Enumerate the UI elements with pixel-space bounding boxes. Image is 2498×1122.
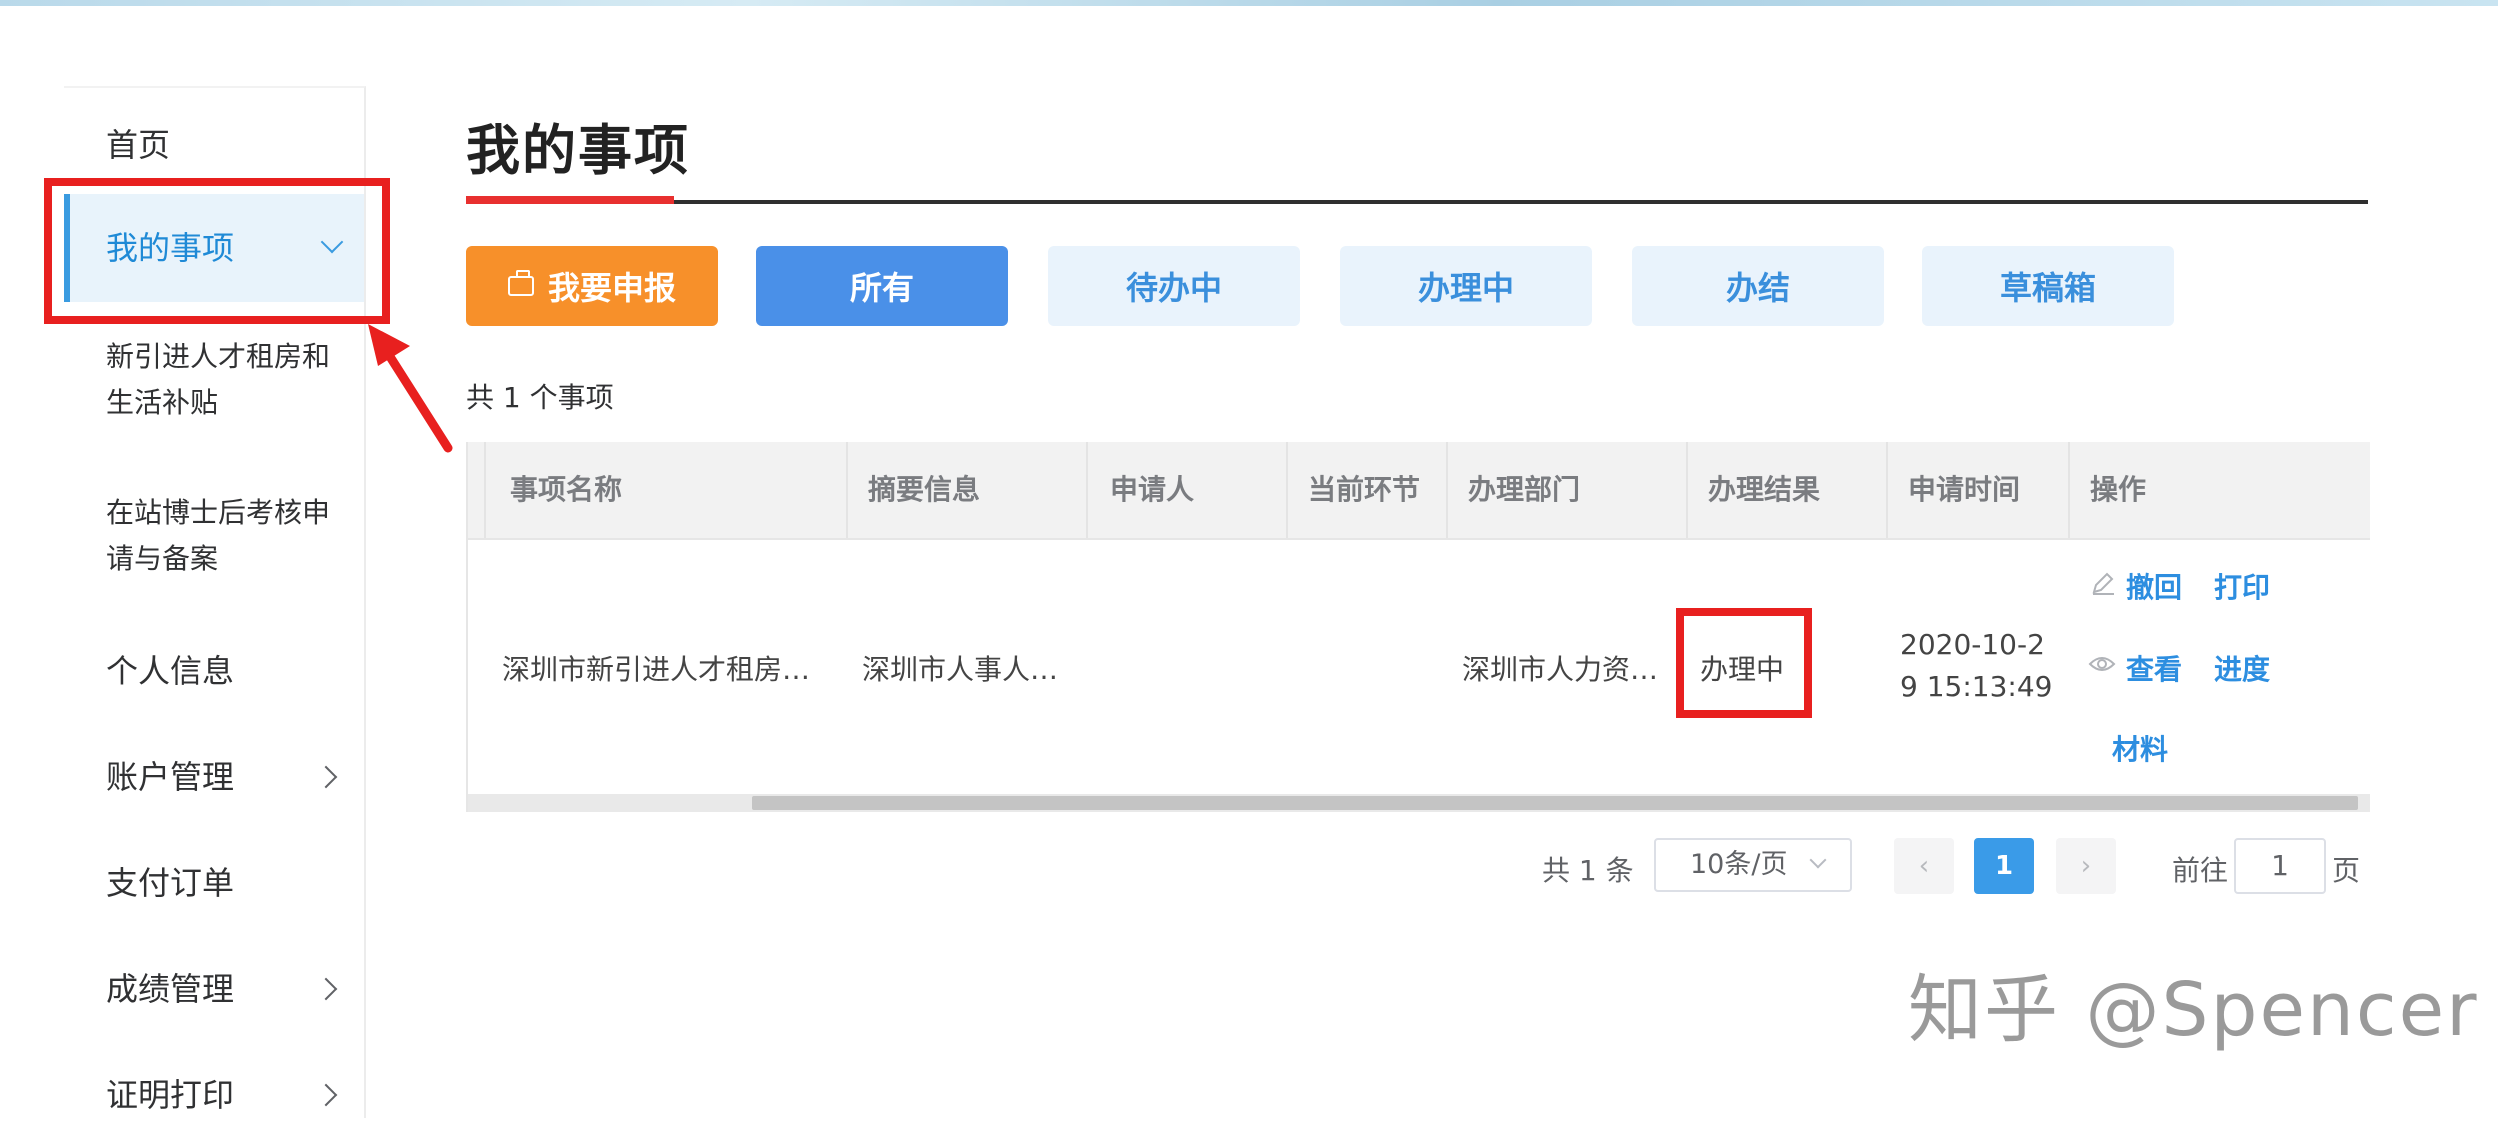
- sidebar-subitem-talent-subsidy[interactable]: 新引进人才租房和生活补贴: [106, 334, 356, 426]
- horizontal-scrollbar-thumb[interactable]: [752, 796, 2358, 810]
- sidebar-item-label: 成绩管理: [106, 970, 235, 1008]
- apply-button[interactable]: 我要申报: [466, 246, 718, 326]
- sidebar-item-label: 证明打印: [106, 1076, 235, 1114]
- matters-table: 事项名称 摘要信息 申请人 当前环节 办理部门 办理结果 申请时间 操作 深圳市…: [466, 442, 2370, 812]
- sidebar-item-personal-info[interactable]: 个人信息: [64, 644, 364, 698]
- page-suffix-label: 页: [2332, 854, 2361, 887]
- column-divider: [484, 442, 486, 538]
- sidebar-item-label: 支付订单: [106, 864, 235, 902]
- tab-processing[interactable]: 办理中: [1340, 246, 1592, 326]
- chevron-right-icon: [314, 1083, 338, 1107]
- progress-link[interactable]: 进度: [2214, 648, 2270, 688]
- highlight-box-sidebar: [44, 178, 390, 324]
- briefcase-icon: [507, 270, 534, 296]
- page-size-select[interactable]: 10条/页: [1654, 838, 1852, 892]
- edit-icon: [2092, 572, 2114, 595]
- cell-time-line2: 9 15:13:49: [1900, 670, 2053, 703]
- watermark: 知乎 @Spencer: [1908, 967, 2479, 1053]
- column-header-summary: 摘要信息: [868, 473, 981, 506]
- materials-link[interactable]: 材料: [2112, 728, 2168, 768]
- sidebar-item-label: 账户管理: [106, 758, 235, 796]
- column-header-applicant: 申请人: [1110, 473, 1195, 506]
- column-header-name: 事项名称: [510, 473, 623, 506]
- goto-page-input[interactable]: 1: [2234, 838, 2326, 894]
- sidebar-item-payment-orders[interactable]: 支付订单: [64, 856, 364, 910]
- sidebar-subitem-postdoc-review[interactable]: 在站博士后考核申请与备案: [106, 490, 356, 582]
- column-divider: [846, 442, 848, 538]
- tab-pending[interactable]: 待办中: [1048, 246, 1300, 326]
- chevron-right-icon: [314, 977, 338, 1001]
- column-divider: [2068, 442, 2070, 538]
- sidebar-item-scores[interactable]: 成绩管理: [64, 962, 364, 1016]
- eye-icon: [2088, 657, 2116, 671]
- cell-department: 深圳市人力资…: [1462, 653, 1659, 686]
- title-accent-bar: [466, 196, 674, 204]
- column-divider: [1886, 442, 1888, 538]
- page-title: 我的事项: [466, 119, 690, 182]
- annotation-arrow: [368, 324, 453, 453]
- column-header-time: 申请时间: [1908, 473, 2021, 506]
- column-divider: [1446, 442, 1448, 538]
- next-page-button[interactable]: ›: [2056, 838, 2116, 894]
- matter-count: 共 1 个事项: [466, 381, 614, 414]
- column-divider: [1686, 442, 1688, 538]
- goto-label: 前往: [2172, 854, 2229, 887]
- page-size-value: 10条/页: [1690, 849, 1788, 880]
- chevron-left-icon: ‹: [1918, 851, 1930, 881]
- tab-drafts[interactable]: 草稿箱: [1922, 246, 2174, 326]
- title-divider: [466, 200, 2368, 204]
- sidebar-item-certificate-print[interactable]: 证明打印: [64, 1068, 364, 1122]
- cell-time-line1: 2020-10-2: [1900, 628, 2045, 661]
- prev-page-button[interactable]: ‹: [1894, 838, 1954, 894]
- view-link[interactable]: 查看: [2126, 648, 2182, 688]
- pagination-total: 共 1 条: [1542, 854, 1634, 887]
- table-header: 事项名称 摘要信息 申请人 当前环节 办理部门 办理结果 申请时间 操作: [468, 442, 2370, 540]
- column-header-department: 办理部门: [1468, 473, 1581, 506]
- sidebar-item-account[interactable]: 账户管理: [64, 750, 364, 804]
- column-divider: [1086, 442, 1088, 538]
- column-header-result: 办理结果: [1708, 473, 1821, 506]
- column-header-actions: 操作: [2090, 473, 2147, 506]
- chevron-right-icon: [314, 765, 338, 789]
- print-link[interactable]: 打印: [2214, 566, 2270, 606]
- sidebar-item-label: 首页: [106, 126, 171, 164]
- column-divider: [1286, 442, 1288, 538]
- tab-done[interactable]: 办结: [1632, 246, 1884, 326]
- page-number-button[interactable]: 1: [1974, 838, 2034, 894]
- cell-summary: 深圳市人事人…: [862, 653, 1059, 686]
- sidebar-item-home[interactable]: 首页: [64, 118, 364, 172]
- withdraw-link[interactable]: 撤回: [2126, 566, 2182, 606]
- highlight-box-result: [1676, 608, 1812, 718]
- cell-name: 深圳市新引进人才租房…: [502, 653, 811, 686]
- apply-button-label: 我要申报: [547, 269, 676, 307]
- chevron-down-icon: [1809, 851, 1827, 869]
- top-decorative-strip: [0, 0, 2498, 6]
- chevron-right-icon: ›: [2080, 851, 2092, 881]
- tab-all[interactable]: 所有: [756, 246, 1008, 326]
- column-header-step: 当前环节: [1308, 473, 1421, 506]
- sidebar-item-label: 个人信息: [106, 652, 235, 690]
